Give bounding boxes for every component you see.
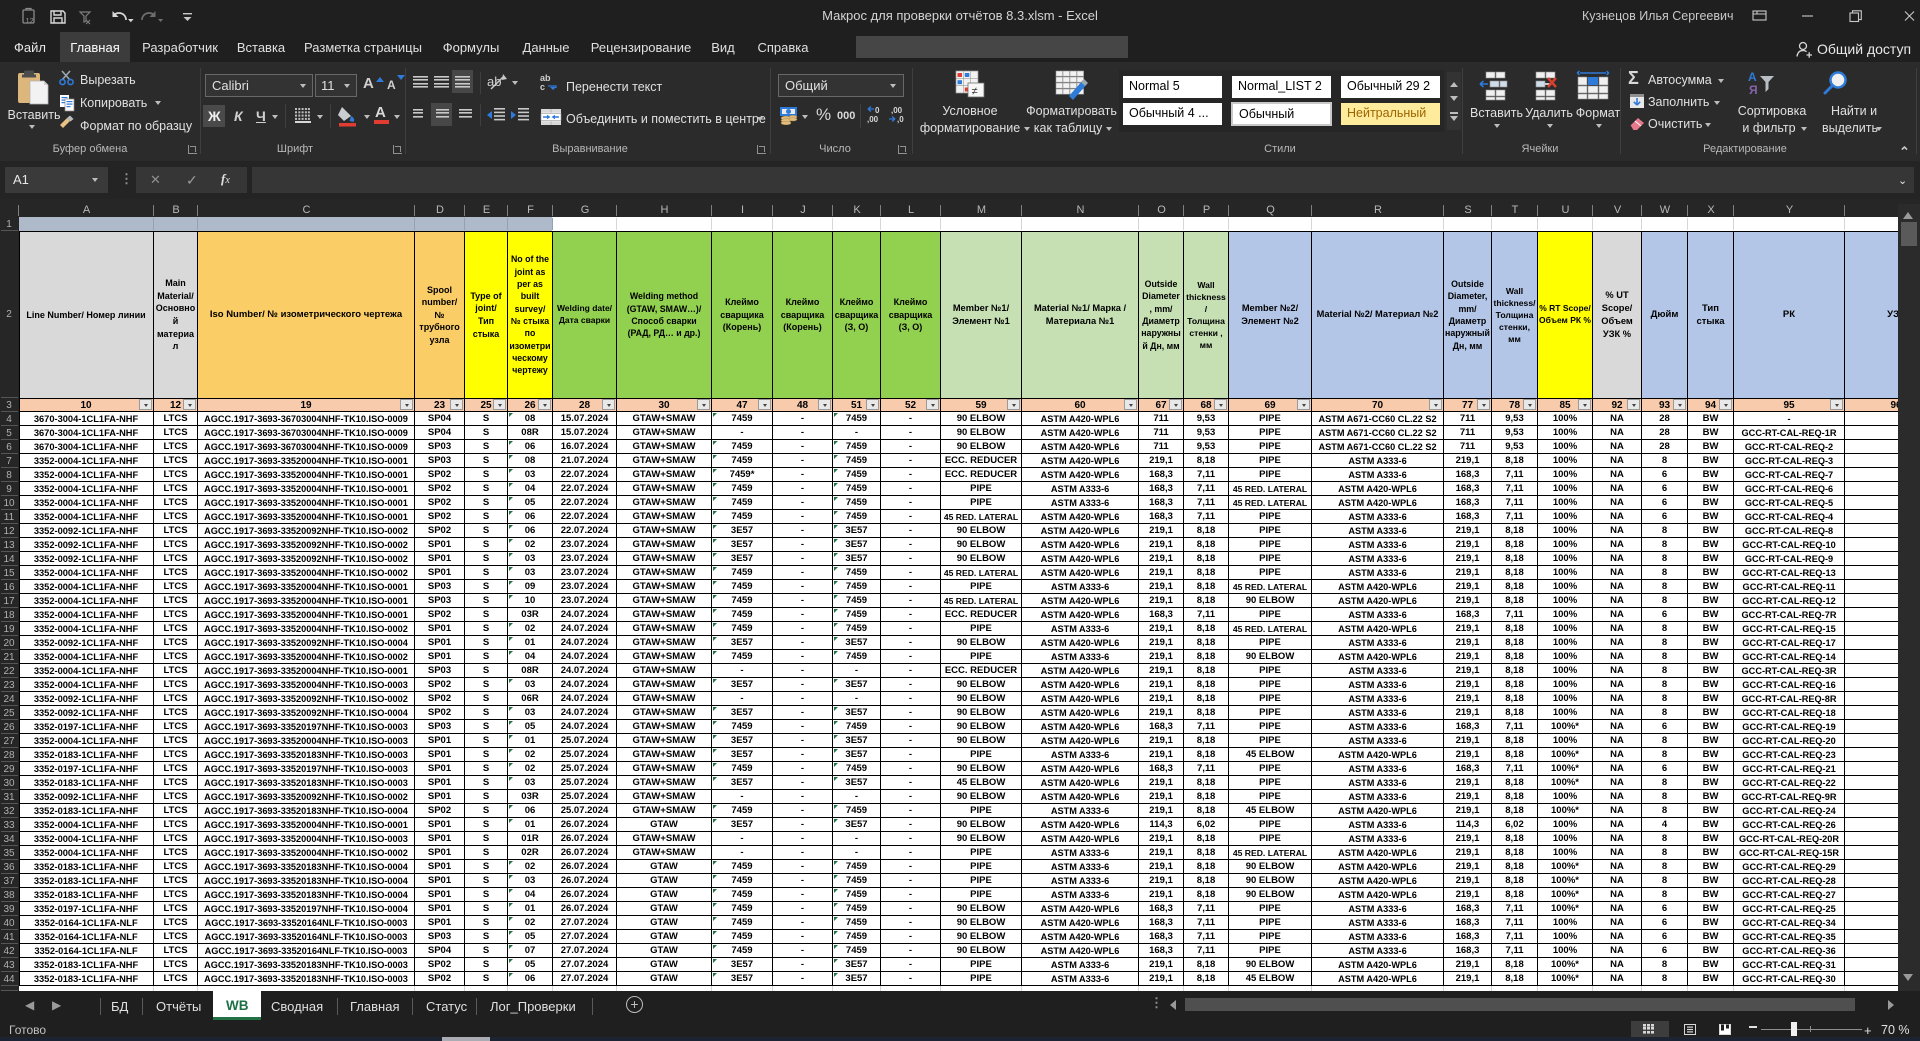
svg-text:c: c xyxy=(540,82,545,92)
svg-text:,00: ,00 xyxy=(891,106,903,115)
svg-text:0: 0 xyxy=(875,106,880,115)
svg-text:≠: ≠ xyxy=(972,86,978,98)
svg-text:,00: ,00 xyxy=(867,115,879,124)
svg-text:А: А xyxy=(1748,70,1757,84)
svg-text:,0: ,0 xyxy=(897,115,904,124)
svg-text:Я: Я xyxy=(1749,83,1758,97)
